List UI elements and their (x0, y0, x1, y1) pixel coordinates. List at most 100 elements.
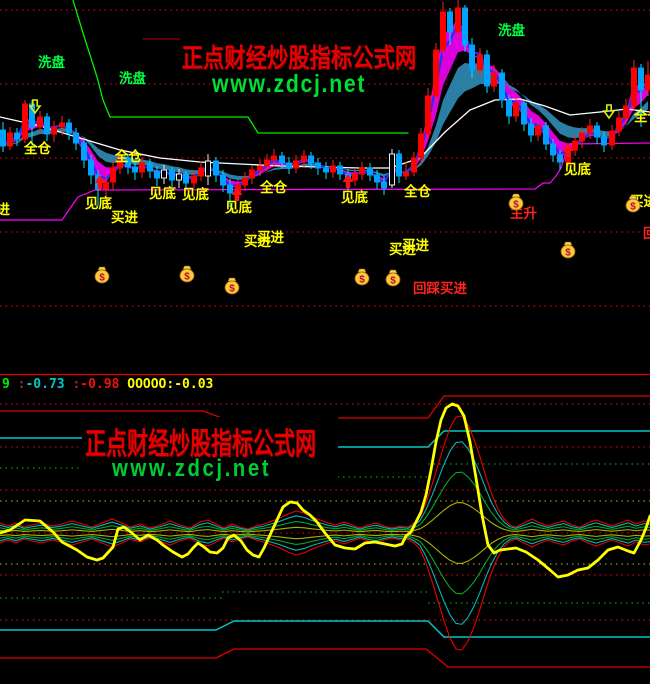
candle-body (382, 182, 387, 188)
candle-body (133, 167, 138, 172)
candle-body (15, 133, 20, 139)
candle-body (302, 156, 307, 161)
candle-body (463, 8, 468, 45)
candle-body (551, 144, 556, 155)
candle-body (448, 12, 453, 32)
candle-body (624, 106, 629, 118)
candle-body (287, 163, 292, 168)
candle-body (485, 55, 490, 86)
candle-body (360, 168, 365, 174)
money-bag-dollar: $ (359, 275, 365, 286)
candle-body (536, 126, 541, 135)
candle-body (639, 68, 644, 90)
bottom-seen-label: 见底 (341, 189, 368, 205)
candle-body (492, 73, 497, 86)
candle-body (294, 161, 299, 168)
indicator-value-readout: 9 :-0.73 :-0.98 OOOOO:-0.03 (2, 377, 213, 392)
indicator-value-segment: -0.73 (25, 377, 64, 392)
indicator-value-segment: : (10, 377, 26, 392)
candle-body (478, 55, 483, 70)
fan-band-red-lower (0, 537, 650, 650)
candle-body (214, 161, 219, 175)
candle-body (522, 103, 527, 124)
indicator-value-segment: -0.98 (80, 377, 119, 392)
buy-label: 买进 (257, 230, 284, 245)
pullback-buy-label: 回踩买进 (643, 225, 650, 241)
money-bag-icon: $ (355, 269, 369, 286)
money-bag-icon: $ (561, 242, 575, 259)
candle-body (111, 168, 116, 182)
candle-body (426, 96, 431, 134)
full-position-label: 全仓 (403, 183, 431, 199)
candle-body (580, 133, 585, 141)
money-bag-icon: $ (95, 267, 109, 284)
pullback-buy-label: 回踩买进 (413, 280, 467, 296)
candle-body (45, 117, 50, 134)
buy-label: 买进 (111, 210, 138, 225)
money-bag-knot (358, 269, 366, 272)
candle-body (602, 137, 607, 145)
money-bag-icon: $ (180, 266, 194, 283)
money-bag-dollar: $ (390, 276, 396, 287)
candle-body (404, 172, 409, 176)
money-bag-dollar: $ (630, 202, 636, 213)
bottom-seen-label: 见底 (149, 185, 176, 201)
bottom-seen-label: 见底 (225, 199, 252, 215)
candle-body (258, 166, 263, 170)
money-bag-icon: $ (386, 270, 400, 287)
buy-label: 买进 (402, 238, 429, 253)
candle-body (470, 45, 475, 70)
candle-body (390, 154, 395, 185)
candle-body (544, 126, 549, 144)
candle-body (67, 123, 72, 133)
candle-body (280, 156, 285, 163)
money-bag-knot (389, 270, 397, 273)
candle-body (177, 174, 182, 180)
candle-body (646, 75, 650, 90)
lower-cyan-envelope (0, 621, 650, 637)
candle-body (206, 161, 211, 176)
candle-body (104, 182, 109, 189)
full-position-label: 全仓 (633, 108, 650, 124)
money-bag-knot (183, 266, 191, 269)
candle-body (595, 126, 600, 137)
candle-body (155, 171, 160, 178)
money-bag-knot (629, 196, 637, 199)
money-bag-knot (512, 194, 520, 197)
candle-body (588, 126, 593, 133)
chart-canvas: 洗盘洗盘洗盘全仓全仓全仓全仓全仓见底见底见底见底见底见底买进买进买进买进买进买进… (0, 0, 650, 684)
candle-body (199, 168, 204, 176)
wash-label: 洗盘 (38, 54, 65, 70)
candle-body (632, 68, 637, 106)
fan-band-cyan-lower (0, 536, 650, 624)
candle-body (617, 118, 622, 131)
candle-body (529, 124, 534, 135)
candle-body (148, 163, 153, 171)
candle-body (338, 166, 343, 174)
candle-body (192, 176, 197, 183)
indicator-value-segment: OOOOO:-0.03 (119, 377, 213, 392)
candles (1, 0, 650, 207)
candle-body (514, 103, 519, 116)
money-bag-knot (98, 267, 106, 270)
lower-red-envelope (0, 649, 650, 667)
red-up-arrow-icon (343, 174, 354, 188)
candle-body (221, 175, 226, 185)
bottom-seen-label: 见底 (564, 161, 592, 177)
candle-body (228, 185, 233, 193)
candle-body (265, 160, 270, 166)
money-bag-dollar: $ (565, 248, 571, 259)
candle-body (419, 134, 424, 158)
candle-body (412, 158, 417, 172)
candle-body (558, 155, 563, 162)
money-bag-knot (228, 278, 236, 281)
watermark-box-bottom: 正点财经炒股指标公式网 www.zdcj.net (82, 417, 338, 482)
candle-body (375, 175, 380, 182)
money-bag-knot (564, 242, 572, 245)
candle-body (309, 156, 314, 163)
candle-body (243, 178, 248, 185)
candle-body (60, 123, 65, 127)
indicator-value-segment: : (65, 377, 81, 392)
candle-body (162, 170, 167, 178)
candle-body (74, 133, 79, 143)
